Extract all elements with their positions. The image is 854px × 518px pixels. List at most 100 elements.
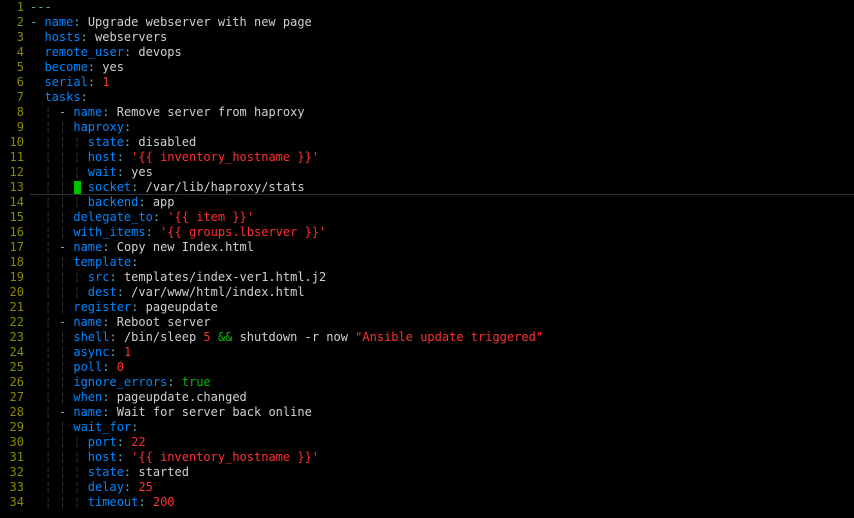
code-line[interactable]: 26 ¦ ¦ ignore_errors: true xyxy=(0,375,854,390)
line-content[interactable]: - name: Upgrade webserver with new page xyxy=(30,15,312,30)
code-line[interactable]: 13 ¦ ¦ ¦ socket: /var/lib/haproxy/stats xyxy=(0,180,854,195)
token-str: '{{ inventory_hostname }}' xyxy=(131,150,319,164)
line-number: 26 xyxy=(0,375,30,390)
line-content[interactable]: serial: 1 xyxy=(30,75,110,90)
line-number: 2 xyxy=(0,15,30,30)
token-kw: state xyxy=(88,135,124,149)
token-kw: when xyxy=(73,390,102,404)
code-line[interactable]: 4 remote_user: devops xyxy=(0,45,854,60)
code-line[interactable]: 23 ¦ ¦ shell: /bin/sleep 5 && shutdown -… xyxy=(0,330,854,345)
code-line[interactable]: 3 hosts: webservers xyxy=(0,30,854,45)
line-content[interactable]: ¦ - name: Reboot server xyxy=(30,315,211,330)
line-content[interactable]: ¦ ¦ ¦ socket: /var/lib/haproxy/stats xyxy=(30,180,305,195)
code-line[interactable]: 2- name: Upgrade webserver with new page xyxy=(0,15,854,30)
code-line[interactable]: 30 ¦ ¦ ¦ port: 22 xyxy=(0,435,854,450)
token-pipe: ¦ ¦ ¦ xyxy=(30,150,88,164)
code-line[interactable]: 5 become: yes xyxy=(0,60,854,75)
code-line[interactable]: 7 tasks: xyxy=(0,90,854,105)
line-content[interactable]: ¦ ¦ ¦ wait: yes xyxy=(30,165,153,180)
line-content[interactable]: ¦ ¦ register: pageupdate xyxy=(30,300,218,315)
line-content[interactable]: ¦ ¦ haproxy: xyxy=(30,120,131,135)
code-line[interactable]: 1--- xyxy=(0,0,854,15)
line-content[interactable]: ¦ - name: Remove server from haproxy xyxy=(30,105,305,120)
line-content[interactable]: ¦ ¦ ¦ port: 22 xyxy=(30,435,146,450)
code-line[interactable]: 20 ¦ ¦ ¦ dest: /var/www/html/index.html xyxy=(0,285,854,300)
code-line[interactable]: 28 ¦ - name: Wait for server back online xyxy=(0,405,854,420)
line-content[interactable]: ¦ ¦ when: pageupdate.changed xyxy=(30,390,247,405)
line-content[interactable]: remote_user: devops xyxy=(30,45,182,60)
token-val: Wait for server back online xyxy=(110,405,312,419)
code-line[interactable]: 9 ¦ ¦ haproxy: xyxy=(0,120,854,135)
code-line[interactable]: 32 ¦ ¦ ¦ state: started xyxy=(0,465,854,480)
line-number: 20 xyxy=(0,285,30,300)
token-num: 22 xyxy=(131,435,145,449)
line-content[interactable]: become: yes xyxy=(30,60,124,75)
token-val: Copy new Index.html xyxy=(110,240,255,254)
code-line[interactable]: 18 ¦ ¦ template: xyxy=(0,255,854,270)
line-content[interactable]: ¦ ¦ ¦ timeout: 200 xyxy=(30,495,175,510)
token-dash: : xyxy=(102,360,109,374)
line-content[interactable]: ¦ ¦ template: xyxy=(30,255,138,270)
token-str: '{{ item }}' xyxy=(167,210,254,224)
code-line[interactable]: 15 ¦ ¦ delegate_to: '{{ item }}' xyxy=(0,210,854,225)
token-dash: - xyxy=(59,240,73,254)
line-content[interactable]: ¦ ¦ ¦ host: '{{ inventory_hostname }}' xyxy=(30,450,319,465)
line-content[interactable]: ¦ ¦ async: 1 xyxy=(30,345,131,360)
code-line[interactable]: 33 ¦ ¦ ¦ delay: 25 xyxy=(0,480,854,495)
token-val: disabled xyxy=(131,135,196,149)
line-number: 6 xyxy=(0,75,30,90)
token-dash: --- xyxy=(30,0,52,14)
code-line[interactable]: 25 ¦ ¦ poll: 0 xyxy=(0,360,854,375)
code-line[interactable]: 24 ¦ ¦ async: 1 xyxy=(0,345,854,360)
line-content[interactable]: tasks: xyxy=(30,90,88,105)
token-pipe: ¦ ¦ ¦ xyxy=(30,165,88,179)
line-content[interactable]: ¦ ¦ ¦ src: templates/index-ver1.html.j2 xyxy=(30,270,326,285)
code-line[interactable]: 27 ¦ ¦ when: pageupdate.changed xyxy=(0,390,854,405)
code-line[interactable]: 8 ¦ - name: Remove server from haproxy xyxy=(0,105,854,120)
code-line[interactable]: 10 ¦ ¦ ¦ state: disabled xyxy=(0,135,854,150)
code-line[interactable]: 21 ¦ ¦ register: pageupdate xyxy=(0,300,854,315)
line-content[interactable]: --- xyxy=(30,0,52,15)
line-content[interactable]: ¦ ¦ ¦ state: disabled xyxy=(30,135,196,150)
line-content[interactable]: ¦ ¦ ignore_errors: true xyxy=(30,375,211,390)
code-line[interactable]: 16 ¦ ¦ with_items: '{{ groups.lbserver }… xyxy=(0,225,854,240)
token-val: /var/www/html/index.html xyxy=(124,285,305,299)
line-content[interactable]: ¦ ¦ delegate_to: '{{ item }}' xyxy=(30,210,254,225)
token-pipe: ¦ ¦ xyxy=(30,420,73,434)
line-content[interactable]: ¦ ¦ poll: 0 xyxy=(30,360,124,375)
code-line[interactable]: 17 ¦ - name: Copy new Index.html xyxy=(0,240,854,255)
token-kw: delegate_to xyxy=(73,210,152,224)
line-content[interactable]: ¦ - name: Copy new Index.html xyxy=(30,240,254,255)
line-content[interactable]: hosts: webservers xyxy=(30,30,167,45)
token-kw: with_items xyxy=(73,225,145,239)
code-line[interactable]: 14 ¦ ¦ ¦ backend: app xyxy=(0,195,854,210)
line-number: 32 xyxy=(0,465,30,480)
code-editor[interactable]: 1---2- name: Upgrade webserver with new … xyxy=(0,0,854,510)
code-line[interactable]: 19 ¦ ¦ ¦ src: templates/index-ver1.html.… xyxy=(0,270,854,285)
line-content[interactable]: ¦ ¦ shell: /bin/sleep 5 && shutdown -r n… xyxy=(30,330,543,345)
code-line[interactable]: 12 ¦ ¦ ¦ wait: yes xyxy=(0,165,854,180)
token-dash: : xyxy=(88,75,95,89)
token-kw: host xyxy=(88,150,117,164)
line-content[interactable]: ¦ ¦ ¦ backend: app xyxy=(30,195,175,210)
line-number: 13 xyxy=(0,180,30,195)
token-pipe: ¦ ¦ xyxy=(30,330,73,344)
line-content[interactable]: ¦ ¦ ¦ host: '{{ inventory_hostname }}' xyxy=(30,150,319,165)
line-content[interactable]: ¦ ¦ ¦ dest: /var/www/html/index.html xyxy=(30,285,305,300)
line-content[interactable]: ¦ ¦ with_items: '{{ groups.lbserver }}' xyxy=(30,225,326,240)
code-line[interactable]: 6 serial: 1 xyxy=(0,75,854,90)
code-line[interactable]: 11 ¦ ¦ ¦ host: '{{ inventory_hostname }}… xyxy=(0,150,854,165)
code-line[interactable]: 22 ¦ - name: Reboot server xyxy=(0,315,854,330)
code-line[interactable]: 29 ¦ ¦ wait_for: xyxy=(0,420,854,435)
code-line[interactable]: 34 ¦ ¦ ¦ timeout: 200 xyxy=(0,495,854,510)
line-content[interactable]: ¦ - name: Wait for server back online xyxy=(30,405,312,420)
line-content[interactable]: ¦ ¦ wait_for: xyxy=(30,420,138,435)
line-content[interactable]: ¦ ¦ ¦ delay: 25 xyxy=(30,480,153,495)
line-content[interactable]: ¦ ¦ ¦ state: started xyxy=(30,465,189,480)
token-kw: name xyxy=(44,15,73,29)
line-number: 1 xyxy=(0,0,30,15)
token-val: started xyxy=(131,465,189,479)
token-kw: name xyxy=(73,315,102,329)
line-number: 11 xyxy=(0,150,30,165)
code-line[interactable]: 31 ¦ ¦ ¦ host: '{{ inventory_hostname }}… xyxy=(0,450,854,465)
